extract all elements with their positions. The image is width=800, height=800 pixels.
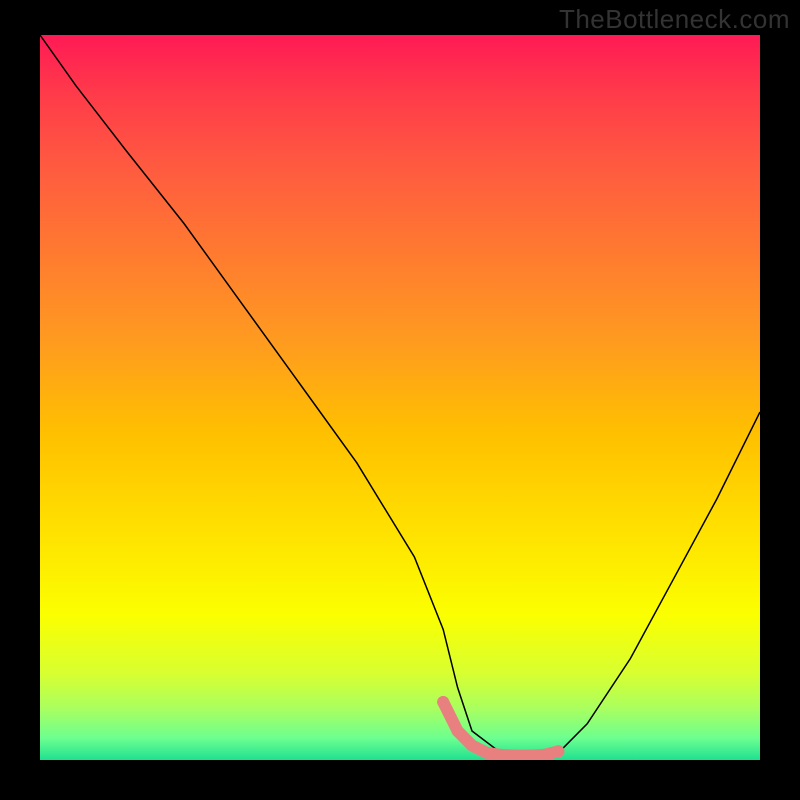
watermark-text: TheBottleneck.com [559,4,790,35]
plot-area [40,35,760,760]
chart-frame: TheBottleneck.com [0,0,800,800]
data-point-markers [437,696,564,757]
curve-layer [40,35,760,756]
chart-svg [40,35,760,760]
data-point-cap [437,696,449,708]
bottleneck-curve [40,35,760,756]
data-point-cap [552,745,564,757]
